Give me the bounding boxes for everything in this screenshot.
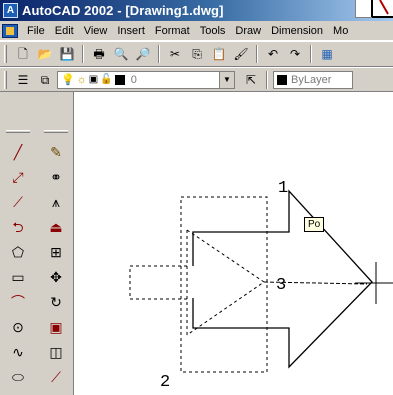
erase-icon[interactable]: ✎ bbox=[44, 140, 68, 163]
construction-line-icon[interactable]: ⤢ bbox=[6, 165, 30, 188]
drawing-svg: 1 2 3 bbox=[129, 179, 393, 392]
rectangle-icon[interactable]: ⬠ bbox=[6, 240, 30, 263]
line-icon[interactable]: ╱ bbox=[6, 140, 30, 163]
viewport-freeze-icon: ▣ bbox=[88, 74, 99, 85]
dashed-triangle bbox=[186, 229, 265, 336]
label-2: 2 bbox=[160, 373, 170, 392]
open-icon[interactable]: 📂 bbox=[35, 44, 55, 64]
corner-triangle-icon bbox=[355, 0, 393, 18]
redo-icon[interactable]: ↷ bbox=[285, 44, 305, 64]
left-tool-dock: ╱ ⤢ ⟋ ⮌ ⬠ ▭ ⌒ ⊙ ∿ ⬭ ✎ ⚭ ⩚ ⏏ ⊞ ✥ ↻ ▣ ◫ ⟋ bbox=[0, 92, 74, 395]
offset-icon[interactable]: ⏏ bbox=[44, 215, 68, 238]
title-bar: A AutoCAD 2002 - [Drawing1.dwg] bbox=[0, 0, 393, 21]
find-icon[interactable]: 🔎 bbox=[133, 44, 153, 64]
lock-icon: 🔓 bbox=[100, 74, 113, 85]
menu-format[interactable]: Format bbox=[150, 25, 195, 37]
spline-icon[interactable]: ⊙ bbox=[6, 315, 30, 338]
save-icon[interactable]: 💾 bbox=[57, 44, 77, 64]
autocad-app-icon[interactable]: A bbox=[3, 3, 18, 18]
polyline-icon[interactable]: ⟋ bbox=[6, 190, 30, 213]
menu-edit[interactable]: Edit bbox=[50, 25, 79, 37]
current-layer-name: 0 bbox=[130, 73, 137, 86]
draw-toolbar-grip[interactable] bbox=[6, 130, 30, 133]
arc-icon[interactable]: ▭ bbox=[6, 265, 30, 288]
menu-dimension[interactable]: Dimension bbox=[266, 25, 328, 37]
freeze-icon: ☼ bbox=[76, 73, 87, 86]
chevron-down-icon[interactable]: ▼ bbox=[219, 71, 234, 88]
menu-insert[interactable]: Insert bbox=[112, 25, 150, 37]
trim-icon[interactable]: ⟋ bbox=[44, 365, 68, 388]
crossing-window bbox=[180, 196, 268, 373]
modify-toolbar: ✎ ⚭ ⩚ ⏏ ⊞ ✥ ↻ ▣ ◫ ⟋ bbox=[44, 138, 68, 388]
menu-file[interactable]: File bbox=[22, 25, 50, 37]
ellipse-icon[interactable]: ∿ bbox=[6, 340, 30, 363]
toolbar-grip[interactable] bbox=[4, 45, 7, 63]
layer-color-swatch bbox=[114, 74, 125, 85]
dashed-tail bbox=[129, 265, 187, 300]
cut-icon[interactable]: ✂ bbox=[165, 44, 185, 64]
layers-toolbar: ☰ ⧉ 💡 ☼ ▣ 🔓 0 ▼ ⇱ ByLayer bbox=[0, 67, 393, 92]
color-swatch bbox=[277, 74, 287, 85]
print-icon[interactable]: 🖶 bbox=[89, 44, 109, 64]
match-properties-icon[interactable]: 🖌 bbox=[231, 44, 251, 64]
modify-toolbar-grip[interactable] bbox=[44, 130, 68, 133]
new-icon[interactable]: 🗋 bbox=[13, 44, 33, 64]
toolbar-grip[interactable] bbox=[4, 70, 7, 89]
rotate-icon[interactable]: ↻ bbox=[44, 290, 68, 313]
mirror-icon[interactable]: ⩚ bbox=[44, 190, 68, 213]
move-icon[interactable]: ✥ bbox=[44, 265, 68, 288]
menu-draw[interactable]: Draw bbox=[230, 25, 266, 37]
toolbar-separator bbox=[82, 45, 84, 63]
cursor-tooltip: Po bbox=[304, 217, 325, 232]
draw-toolbar: ╱ ⤢ ⟋ ⮌ ⬠ ▭ ⌒ ⊙ ∿ ⬭ bbox=[6, 138, 30, 388]
copy-icon[interactable]: ⎘ bbox=[187, 44, 207, 64]
color-control-dropdown[interactable]: ByLayer bbox=[273, 70, 353, 89]
ellipse-arc-icon[interactable]: ⬭ bbox=[6, 365, 30, 388]
color-control-value: ByLayer bbox=[291, 73, 332, 86]
document-icon[interactable] bbox=[2, 23, 18, 38]
menu-tools[interactable]: Tools bbox=[195, 25, 231, 37]
label-1: 1 bbox=[278, 179, 288, 198]
layer-manager-icon[interactable]: ☰ bbox=[13, 70, 33, 90]
make-object-layer-current-icon[interactable]: ⇱ bbox=[241, 70, 261, 90]
scale-icon[interactable]: ▣ bbox=[44, 315, 68, 338]
paste-icon[interactable]: 📋 bbox=[209, 44, 229, 64]
toolbar-separator bbox=[310, 45, 312, 63]
layer-dropdown[interactable]: 💡 ☼ ▣ 🔓 0 ▼ bbox=[57, 70, 235, 89]
menu-bar: File Edit View Insert Format Tools Draw … bbox=[0, 21, 393, 41]
label-3: 3 bbox=[276, 276, 286, 295]
undo-icon[interactable]: ↶ bbox=[263, 44, 283, 64]
drawing-canvas[interactable]: 1 2 3 bbox=[75, 92, 393, 395]
lightbulb-icon: 💡 bbox=[61, 74, 75, 86]
print-preview-icon[interactable]: 🔍 bbox=[111, 44, 131, 64]
toolbar-separator bbox=[266, 70, 268, 89]
standard-toolbar: 🗋 📂 💾 🖶 🔍 🔎 ✂ ⎘ 📋 🖌 ↶ ↷ ▦ bbox=[0, 41, 393, 67]
toolbar-separator bbox=[158, 45, 160, 63]
window-title: AutoCAD 2002 - [Drawing1.dwg] bbox=[22, 3, 224, 18]
menu-view[interactable]: View bbox=[79, 25, 113, 37]
copy-object-icon[interactable]: ⚭ bbox=[44, 165, 68, 188]
layer-previous-icon[interactable]: ⧉ bbox=[35, 70, 55, 90]
circle-icon[interactable]: ⌒ bbox=[6, 290, 30, 313]
toolbar-separator bbox=[256, 45, 258, 63]
menu-modify[interactable]: Mo bbox=[328, 25, 353, 37]
design-center-icon[interactable]: ▦ bbox=[317, 44, 337, 64]
polygon-icon[interactable]: ⮌ bbox=[6, 215, 30, 238]
stretch-icon[interactable]: ◫ bbox=[44, 340, 68, 363]
array-icon[interactable]: ⊞ bbox=[44, 240, 68, 263]
